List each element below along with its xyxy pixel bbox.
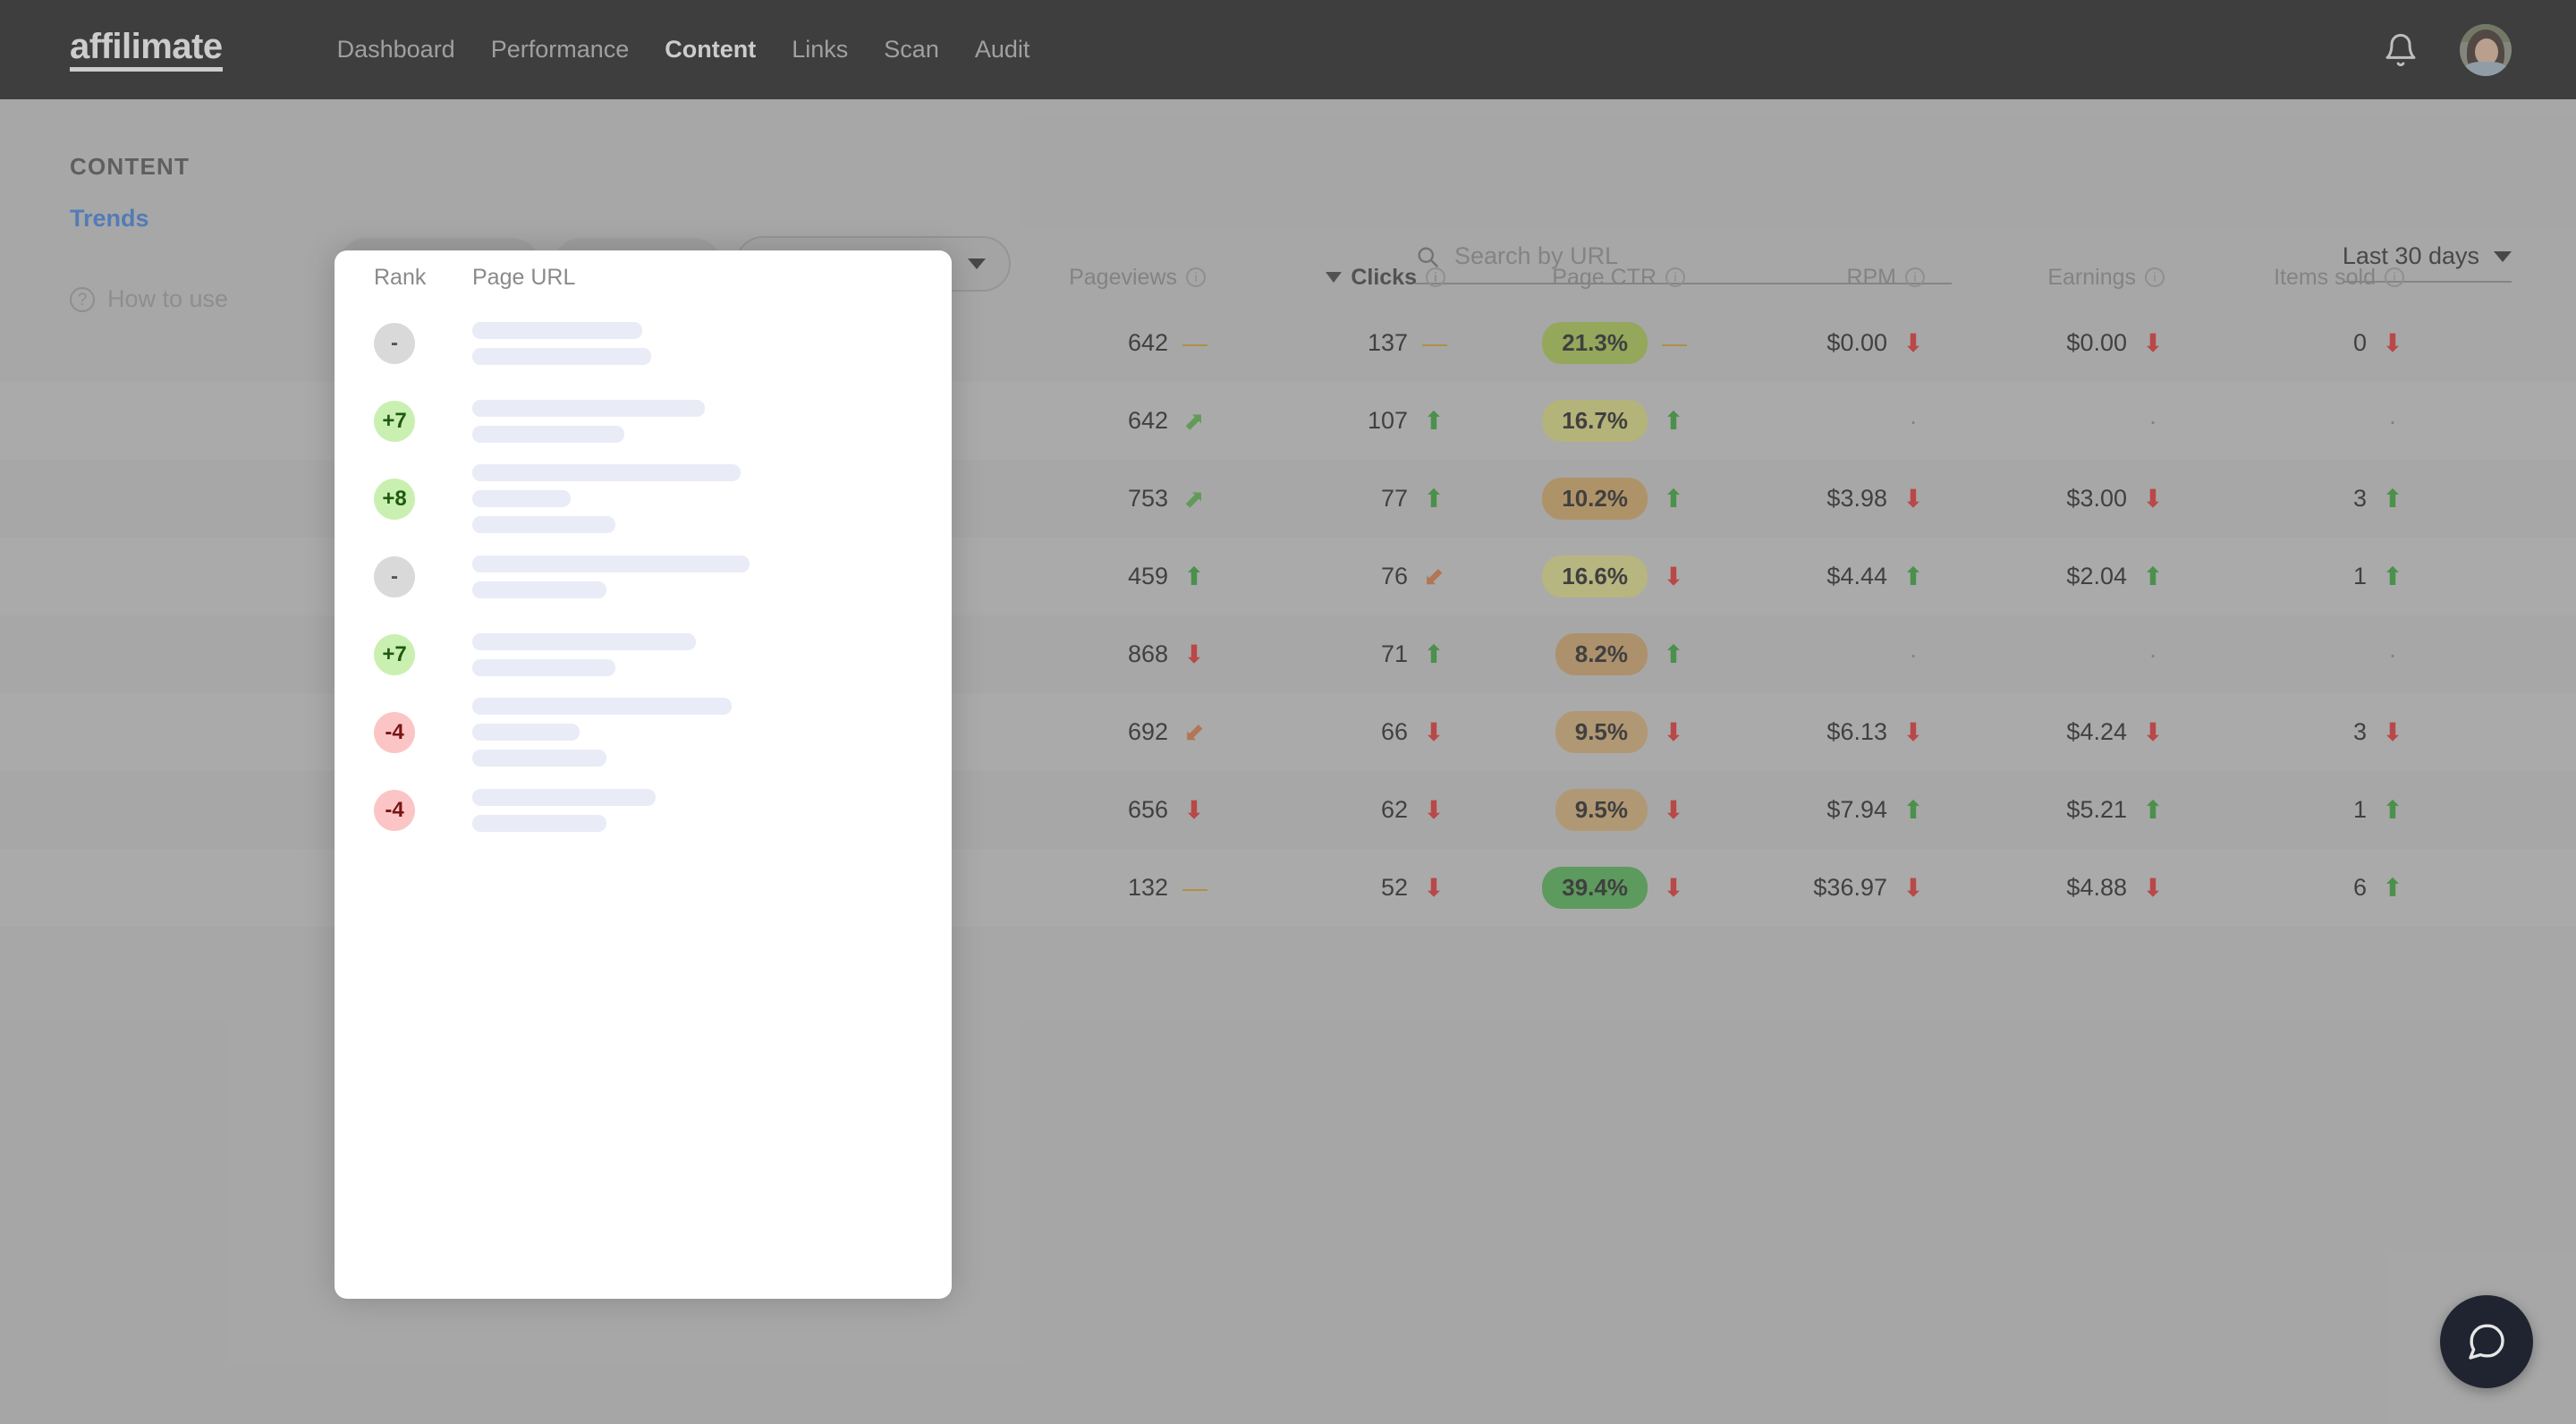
rank-badge: +8 [374,479,415,520]
spotlight-url-header: Page URL [472,265,575,291]
skeleton-bar [472,400,705,417]
chat-bubble-icon [2465,1320,2508,1363]
spotlight-url-placeholder[interactable] [472,460,902,538]
spotlight-rank-cell: -4 [374,712,472,753]
rank-badge: -4 [374,790,415,831]
spotlight-row[interactable]: +8 [335,460,952,538]
spotlight-url-placeholder[interactable] [472,784,902,836]
rank-badge: +7 [374,401,415,442]
skeleton-bar [472,659,615,676]
rank-badge: +7 [374,634,415,675]
spotlight-url-placeholder[interactable] [472,693,902,771]
skeleton-bar [472,464,741,481]
skeleton-bar [472,490,571,507]
skeleton-bar [472,348,651,365]
spotlight-url-placeholder[interactable] [472,318,902,369]
spotlight-url-placeholder[interactable] [472,551,902,603]
skeleton-bar [472,555,750,572]
spotlight-row[interactable]: - [335,304,952,382]
rank-badge: - [374,556,415,598]
spotlight-row[interactable]: - [335,538,952,615]
skeleton-bar [472,789,656,806]
spotlight-rank-cell: - [374,556,472,598]
rank-badge: - [374,323,415,364]
spotlight-row[interactable]: -4 [335,693,952,771]
spotlight-row[interactable]: +7 [335,615,952,693]
rank-url-spotlight-panel: Rank Page URL - +7 +8 - +7 -4 -4 [335,250,952,1299]
skeleton-bar [472,724,580,741]
spotlight-url-placeholder[interactable] [472,395,902,447]
skeleton-bar [472,633,696,650]
spotlight-rank-cell: +7 [374,634,472,675]
spotlight-rank-cell: +7 [374,401,472,442]
skeleton-bar [472,698,732,715]
spotlight-rows: - +7 +8 - +7 -4 -4 [335,304,952,849]
spotlight-rank-header: Rank [374,265,472,291]
skeleton-bar [472,426,624,443]
spotlight-header-row: Rank Page URL [335,250,952,304]
spotlight-rank-cell: -4 [374,790,472,831]
spotlight-row[interactable]: -4 [335,771,952,849]
skeleton-bar [472,516,615,533]
rank-badge: -4 [374,712,415,753]
spotlight-row[interactable]: +7 [335,382,952,460]
skeleton-bar [472,750,606,767]
spotlight-rank-cell: +8 [374,479,472,520]
spotlight-rank-cell: - [374,323,472,364]
skeleton-bar [472,581,606,598]
skeleton-bar [472,815,606,832]
spotlight-url-placeholder[interactable] [472,629,902,681]
skeleton-bar [472,322,642,339]
support-chat-button[interactable] [2440,1295,2533,1388]
